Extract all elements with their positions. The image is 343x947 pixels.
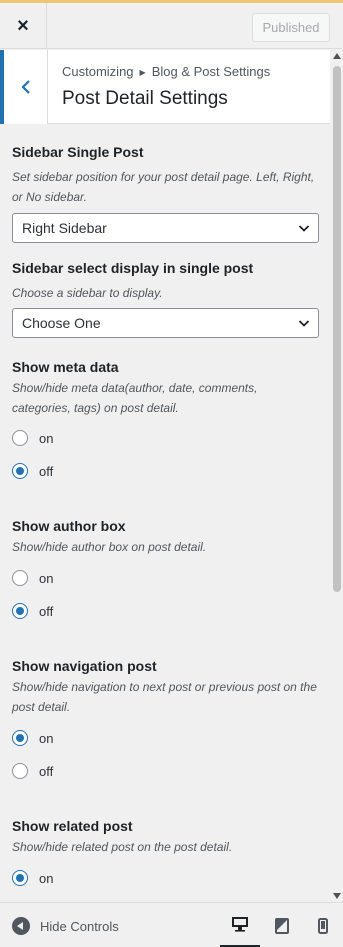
control-description: Show/hide related post on the post detai… (12, 840, 233, 854)
author-box-on-radio[interactable]: on (12, 570, 53, 586)
radio-label: on (39, 730, 54, 746)
related-on-radio[interactable]: on (12, 870, 53, 886)
radio-button[interactable] (12, 570, 28, 586)
meta-on-radio[interactable]: on (12, 430, 53, 446)
desktop-preview-button[interactable] (220, 903, 260, 947)
scroll-down-arrow-icon[interactable] (333, 893, 341, 899)
radio-button[interactable] (12, 430, 28, 446)
navigation-on-radio[interactable]: on (12, 730, 53, 746)
panel-header: Customizing ▶ Blog & Post Settings Post De… (0, 50, 330, 124)
control-title: Sidebar select display in single post (12, 260, 254, 276)
collapse-arrow-icon (12, 917, 30, 935)
control-title: Show meta data (12, 359, 119, 375)
select-value: Right Sidebar (22, 220, 107, 236)
customizer-footer: Hide Controls (0, 902, 343, 947)
control-title: Show author box (12, 518, 126, 534)
hide-controls-button[interactable]: Hide Controls (12, 917, 119, 935)
navigation-off-radio[interactable]: off (12, 763, 53, 779)
control-title: Sidebar Single Post (12, 144, 144, 160)
author-box-control: Show author box Show/hide author box on … (12, 518, 319, 557)
select-value: Choose One (22, 315, 101, 331)
sidebar-select-control: Sidebar select display in single post Ch… (12, 260, 319, 303)
meta-off-radio[interactable]: off (12, 463, 53, 479)
radio-label: off (39, 763, 54, 779)
radio-button-checked[interactable] (12, 603, 28, 619)
control-description: Set sidebar position for your post detai… (12, 170, 315, 204)
control-description: Show/hide navigation to next post or pre… (12, 680, 317, 714)
published-button[interactable]: Published (252, 13, 330, 42)
chevron-left-icon (20, 80, 30, 94)
sidebar-position-select[interactable]: Right Sidebar (12, 213, 319, 243)
scrollbar-thumb[interactable] (333, 66, 341, 592)
author-box-off-radio[interactable]: off (12, 603, 53, 619)
control-title: Show navigation post (12, 658, 157, 674)
mobile-icon (318, 917, 328, 934)
controls-panel: Sidebar Single Post Set sidebar position… (0, 124, 330, 902)
radio-button-checked[interactable] (12, 463, 28, 479)
related-post-control: Show related post Show/hide related post… (12, 818, 319, 857)
radio-label: on (39, 570, 54, 586)
radio-label: off (39, 603, 54, 619)
control-description: Show/hide meta data(author, date, commen… (12, 381, 258, 415)
mobile-preview-button[interactable] (303, 903, 343, 947)
chevron-down-icon (298, 320, 310, 327)
radio-button-checked[interactable] (12, 870, 28, 886)
back-button[interactable] (0, 50, 48, 124)
control-description: Show/hide author box on post detail. (12, 540, 207, 554)
navigation-post-control: Show navigation post Show/hide navigatio… (12, 658, 319, 717)
close-customizer-button[interactable]: × (0, 3, 47, 49)
control-title: Show related post (12, 818, 133, 834)
chevron-down-icon (298, 225, 310, 232)
meta-data-control: Show meta data Show/hide meta data(autho… (12, 359, 319, 418)
radio-label: on (39, 430, 54, 446)
page-title: Post Detail Settings (62, 88, 228, 109)
radio-label: off (39, 463, 54, 479)
breadcrumb: Customizing ▶ Blog & Post Settings (62, 64, 270, 79)
desktop-icon (232, 917, 248, 932)
sidebar-single-control: Sidebar Single Post Set sidebar position… (12, 144, 319, 207)
breadcrumb-root: Customizing (62, 64, 134, 79)
scroll-up-arrow-icon[interactable] (333, 53, 341, 59)
tablet-preview-button[interactable] (262, 903, 302, 947)
tablet-icon (275, 917, 289, 934)
radio-button[interactable] (12, 763, 28, 779)
control-description: Choose a sidebar to display. (12, 286, 163, 300)
radio-label: on (39, 870, 54, 886)
hide-controls-label: Hide Controls (40, 918, 119, 934)
customizer-header: × Published (0, 3, 343, 49)
breadcrumb-arrow-icon: ▶ (139, 68, 146, 77)
radio-button-checked[interactable] (12, 730, 28, 746)
breadcrumb-section: Blog & Post Settings (151, 64, 271, 79)
sidebar-choose-select[interactable]: Choose One (12, 308, 319, 338)
